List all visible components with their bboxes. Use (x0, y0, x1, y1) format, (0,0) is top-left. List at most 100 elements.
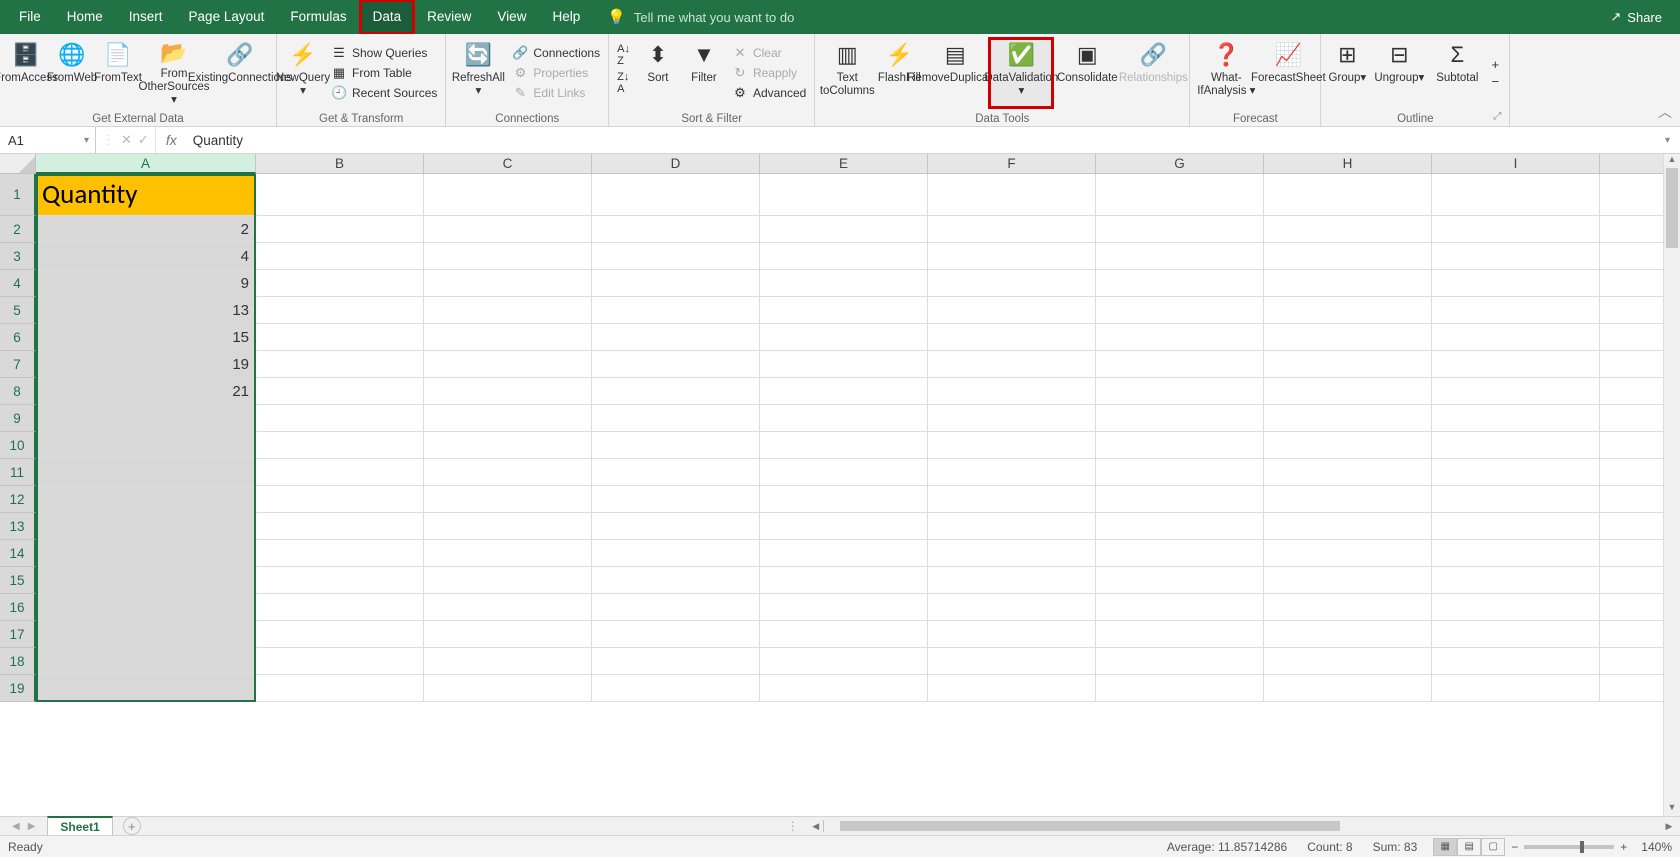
sort-desc-button[interactable]: Z↓A (613, 70, 634, 96)
row-header-16[interactable]: 16 (0, 594, 36, 621)
from-text-button[interactable]: 📄FromText (96, 38, 140, 108)
ungroup-button[interactable]: ⊟Ungroup▾ (1371, 38, 1427, 108)
cell-G1[interactable] (1096, 174, 1264, 216)
cell-A12[interactable] (36, 486, 256, 513)
collapse-ribbon-button[interactable]: ︿ (1658, 102, 1672, 122)
cell-I13[interactable] (1432, 513, 1600, 540)
cell-C13[interactable] (424, 513, 592, 540)
row-header-6[interactable]: 6 (0, 324, 36, 351)
cell-B9[interactable] (256, 405, 424, 432)
cell-F3[interactable] (928, 243, 1096, 270)
zoom-slider[interactable] (1524, 845, 1614, 849)
cell-D18[interactable] (592, 648, 760, 675)
cell-D4[interactable] (592, 270, 760, 297)
cell-A8[interactable]: 21 (36, 378, 256, 405)
cell-A17[interactable] (36, 621, 256, 648)
cell-F1[interactable] (928, 174, 1096, 216)
new-query-button[interactable]: ⚡NewQuery ▾ (281, 38, 325, 108)
cell-C6[interactable] (424, 324, 592, 351)
data-validation-button[interactable]: ✅DataValidation ▾ (989, 38, 1053, 108)
cell-A1[interactable]: Quantity (36, 174, 256, 216)
scroll-left-icon[interactable]: ◀ (809, 821, 823, 832)
cell-D17[interactable] (592, 621, 760, 648)
recent-sources-button[interactable]: 🕘Recent Sources (327, 84, 441, 102)
cell-F8[interactable] (928, 378, 1096, 405)
sheet-nav-next-icon[interactable]: ▶ (28, 821, 36, 832)
cell-D14[interactable] (592, 540, 760, 567)
cell-I6[interactable] (1432, 324, 1600, 351)
cell-E19[interactable] (760, 675, 928, 702)
cell-A16[interactable] (36, 594, 256, 621)
outline-dialog-launcher[interactable]: ⤢ (1493, 111, 1505, 123)
cell-D8[interactable] (592, 378, 760, 405)
cell-F14[interactable] (928, 540, 1096, 567)
row-header-13[interactable]: 13 (0, 513, 36, 540)
cell-F10[interactable] (928, 432, 1096, 459)
cell-F6[interactable] (928, 324, 1096, 351)
row-header-9[interactable]: 9 (0, 405, 36, 432)
cell-G18[interactable] (1096, 648, 1264, 675)
cell-F5[interactable] (928, 297, 1096, 324)
row-header-15[interactable]: 15 (0, 567, 36, 594)
cell-I2[interactable] (1432, 216, 1600, 243)
cell-B2[interactable] (256, 216, 424, 243)
row-header-19[interactable]: 19 (0, 675, 36, 702)
from-table-button[interactable]: ▦From Table (327, 64, 441, 82)
cell-C15[interactable] (424, 567, 592, 594)
cell-I8[interactable] (1432, 378, 1600, 405)
tab-help[interactable]: Help (539, 0, 593, 34)
cell-D11[interactable] (592, 459, 760, 486)
cell-H13[interactable] (1264, 513, 1432, 540)
horizontal-scrollbar[interactable]: ◀ ▶ (805, 820, 1680, 832)
filter-button[interactable]: ▼Filter (682, 38, 726, 108)
cell-G19[interactable] (1096, 675, 1264, 702)
cell-A15[interactable] (36, 567, 256, 594)
name-box-dropdown-icon[interactable]: ▾ (78, 135, 95, 146)
cell-H11[interactable] (1264, 459, 1432, 486)
cell-C10[interactable] (424, 432, 592, 459)
tab-review[interactable]: Review (414, 0, 484, 34)
cell-B16[interactable] (256, 594, 424, 621)
cell-I11[interactable] (1432, 459, 1600, 486)
cell-H16[interactable] (1264, 594, 1432, 621)
normal-view-button[interactable]: ▦ (1433, 838, 1457, 856)
cell-C7[interactable] (424, 351, 592, 378)
subtotal-button[interactable]: ΣSubtotal (1429, 38, 1485, 108)
row-header-11[interactable]: 11 (0, 459, 36, 486)
hide-detail-button[interactable]: − (1487, 74, 1505, 89)
col-header-A[interactable]: A (36, 154, 256, 174)
scroll-down-icon[interactable]: ▼ (1664, 802, 1680, 816)
cell-B15[interactable] (256, 567, 424, 594)
cell-D5[interactable] (592, 297, 760, 324)
cell-A13[interactable] (36, 513, 256, 540)
cell-I10[interactable] (1432, 432, 1600, 459)
cell-E5[interactable] (760, 297, 928, 324)
row-header-14[interactable]: 14 (0, 540, 36, 567)
cell-H5[interactable] (1264, 297, 1432, 324)
cell-H12[interactable] (1264, 486, 1432, 513)
tab-data[interactable]: Data (360, 0, 415, 34)
cell-E8[interactable] (760, 378, 928, 405)
cell-H9[interactable] (1264, 405, 1432, 432)
cell-B6[interactable] (256, 324, 424, 351)
cell-E6[interactable] (760, 324, 928, 351)
row-header-3[interactable]: 3 (0, 243, 36, 270)
cell-D9[interactable] (592, 405, 760, 432)
cell-E15[interactable] (760, 567, 928, 594)
sort-button[interactable]: ⬍Sort (636, 38, 680, 108)
cell-I3[interactable] (1432, 243, 1600, 270)
cell-C12[interactable] (424, 486, 592, 513)
from-access-button[interactable]: 🗄️FromAccess (4, 38, 48, 108)
connections-button[interactable]: 🔗Connections (508, 44, 604, 62)
consolidate-button[interactable]: ▣Consolidate (1055, 38, 1119, 108)
cell-G12[interactable] (1096, 486, 1264, 513)
cell-H6[interactable] (1264, 324, 1432, 351)
cell-C18[interactable] (424, 648, 592, 675)
cell-C8[interactable] (424, 378, 592, 405)
sheet-tab-sheet1[interactable]: Sheet1 (47, 816, 112, 836)
add-sheet-button[interactable]: + (123, 817, 141, 835)
fx-label-icon[interactable]: fx (156, 132, 187, 148)
cell-B8[interactable] (256, 378, 424, 405)
cell-H2[interactable] (1264, 216, 1432, 243)
cell-G7[interactable] (1096, 351, 1264, 378)
